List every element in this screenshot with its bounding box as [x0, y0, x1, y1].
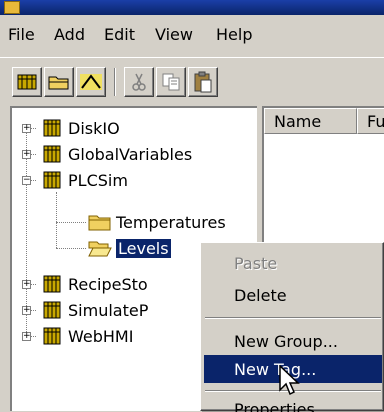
- menu-item-delete[interactable]: Delete: [204, 281, 382, 309]
- tree-item-label: Levels: [115, 237, 172, 259]
- menu-item-paste[interactable]: Paste: [204, 249, 382, 277]
- tree-item-label: SimulateP: [68, 300, 149, 320]
- add-tag-group-button[interactable]: [12, 67, 42, 97]
- tree-line: [56, 248, 86, 250]
- toolbar: [0, 60, 384, 106]
- database-icon: [43, 145, 61, 163]
- database-icon: [43, 275, 61, 293]
- add-wave-button[interactable]: [76, 67, 106, 97]
- expand-icon[interactable]: +: [22, 332, 31, 341]
- copy-button[interactable]: [156, 67, 186, 97]
- title-bar: [0, 0, 384, 15]
- tree-item-label: WebHMI: [68, 326, 134, 346]
- paste-icon: [194, 71, 212, 93]
- copy-icon: [162, 73, 180, 91]
- database-icon: [43, 171, 61, 189]
- tree-line: [56, 222, 86, 224]
- tree-item-diskio[interactable]: DiskIO: [42, 115, 120, 141]
- paste-button[interactable]: [188, 67, 218, 97]
- menu-view[interactable]: View: [155, 25, 193, 44]
- expand-icon[interactable]: +: [22, 306, 31, 315]
- menu-item-new-group[interactable]: New Group...: [204, 327, 382, 355]
- tree-item-label: RecipeSto: [68, 274, 148, 294]
- menu-file[interactable]: File: [8, 25, 35, 44]
- tree-line: [56, 192, 58, 248]
- menu-edit[interactable]: Edit: [104, 25, 135, 44]
- menu-help[interactable]: Help: [216, 25, 252, 44]
- app-icon: [4, 1, 20, 14]
- tree-item-simulatep[interactable]: SimulateP: [42, 297, 148, 323]
- tree-item-webhmi[interactable]: WebHMI: [42, 323, 133, 349]
- add-tag-group-icon: [17, 74, 37, 90]
- menu-add[interactable]: Add: [54, 25, 85, 44]
- tree-item-label: PLCSim: [68, 170, 128, 190]
- expand-icon[interactable]: +: [22, 124, 31, 133]
- tree-item-recipestore[interactable]: RecipeSto: [42, 271, 148, 297]
- tree-item-globalvariables[interactable]: GlobalVariables: [42, 141, 192, 167]
- tree-item-temperatures[interactable]: Temperatures: [88, 209, 226, 235]
- open-folder-icon: [88, 241, 112, 257]
- open-folder-icon: [48, 76, 69, 90]
- tree-item-label: DiskIO: [68, 118, 120, 138]
- toolbar-separator: [114, 68, 116, 96]
- tree-item-label: Temperatures: [116, 212, 226, 232]
- tree-item-label: GlobalVariables: [68, 144, 193, 164]
- cut-button[interactable]: [124, 67, 154, 97]
- database-icon: [43, 301, 61, 319]
- tree-item-plcsim[interactable]: PLCSim: [42, 167, 128, 193]
- menu-separator: [205, 317, 381, 319]
- collapse-icon[interactable]: −: [22, 176, 31, 185]
- menu-item-properties[interactable]: Properties: [204, 398, 382, 412]
- cut-icon: [132, 73, 146, 91]
- menu-bar: File Add Edit View Help: [0, 15, 384, 58]
- database-icon: [43, 119, 61, 137]
- tree-item-levels[interactable]: Levels: [88, 235, 172, 261]
- database-icon: [43, 327, 61, 345]
- toolbar-divider: [0, 57, 384, 58]
- column-header-name[interactable]: Name: [264, 108, 357, 134]
- expand-icon[interactable]: +: [22, 150, 31, 159]
- column-header-function[interactable]: Fu: [357, 108, 384, 134]
- folder-icon: [88, 215, 111, 231]
- expand-icon[interactable]: +: [22, 280, 31, 289]
- wave-icon: [80, 74, 102, 90]
- mouse-cursor-icon: [279, 365, 300, 396]
- add-folder-button[interactable]: [44, 67, 74, 97]
